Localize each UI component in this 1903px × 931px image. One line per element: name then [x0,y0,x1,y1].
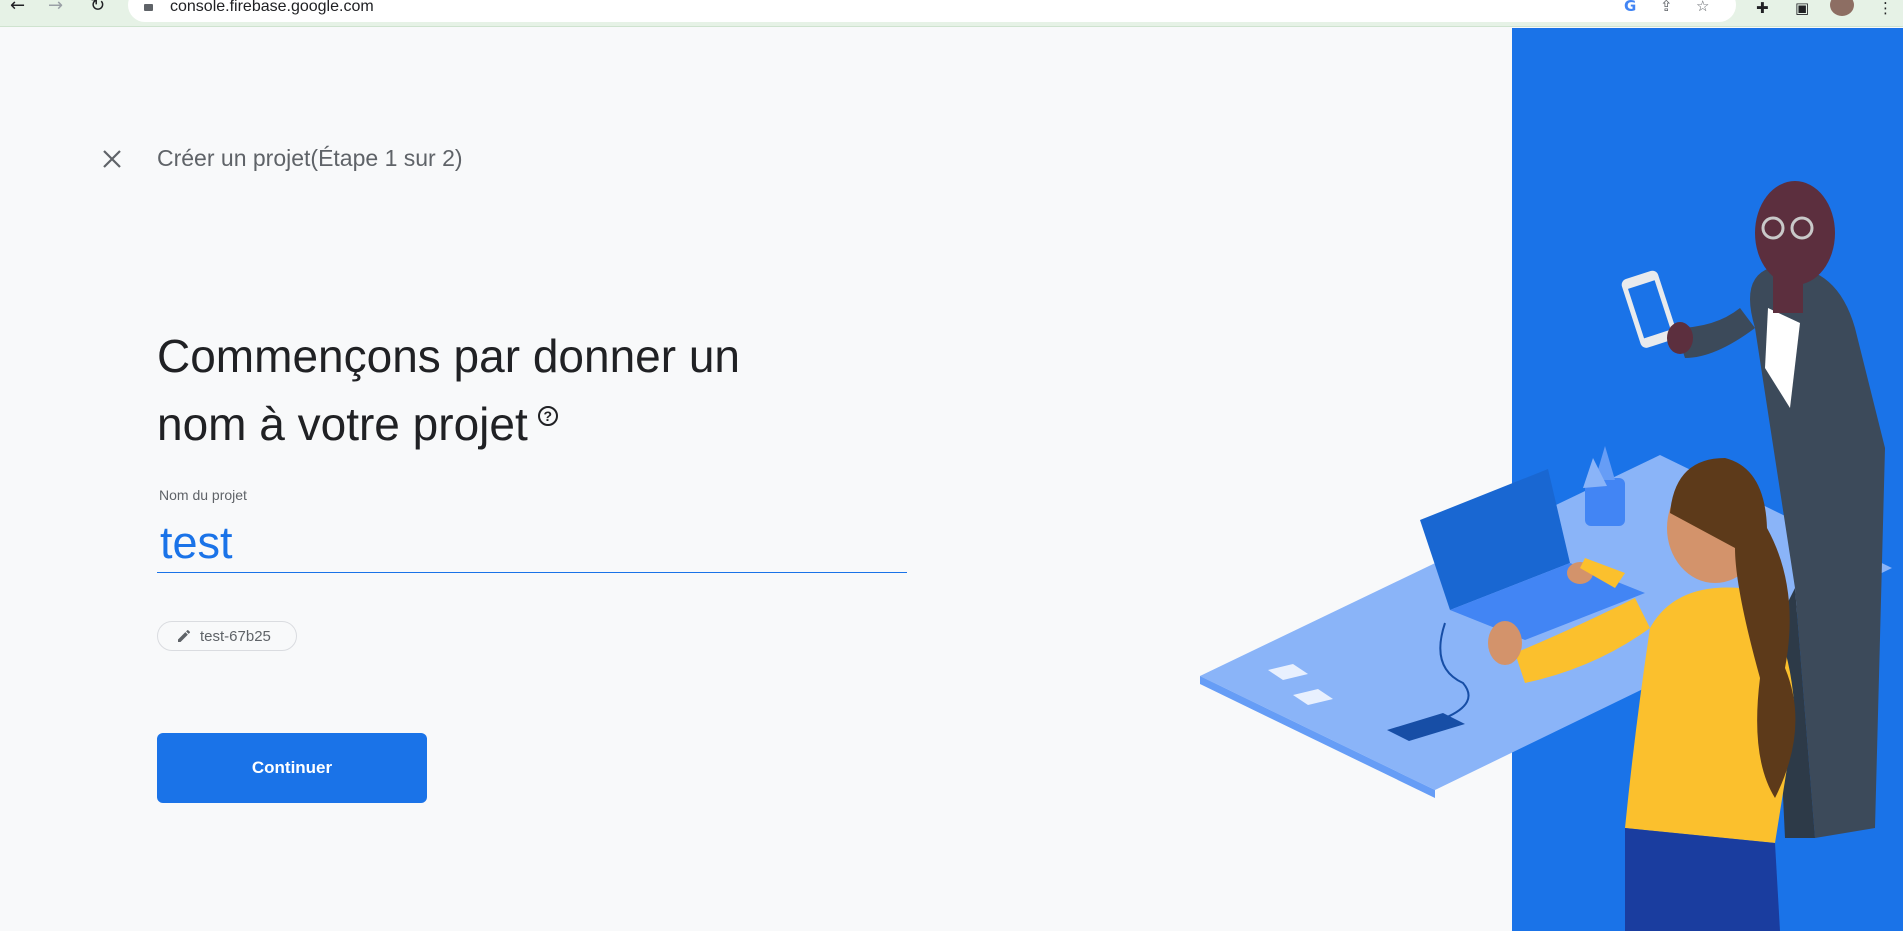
continue-button[interactable]: Continuer [157,733,427,803]
sidepanel-icon[interactable]: ▣ [1795,1,1809,16]
menu-icon[interactable]: ⋮ [1878,1,1893,16]
browser-toolbar: ← → ↻ console.firebase.google.com G ⇪ ☆ … [0,0,1903,27]
address-bar[interactable]: console.firebase.google.com G ⇪ ☆ [128,0,1736,22]
pencil-icon [178,629,191,642]
project-id-chip[interactable]: test-67b25 [157,621,297,651]
google-icon[interactable]: G [1624,0,1636,14]
project-name-input[interactable] [157,513,907,573]
close-icon[interactable] [100,147,124,171]
forward-icon[interactable]: → [48,0,63,15]
lock-icon[interactable] [144,4,153,11]
extensions-icon[interactable]: ✚ [1756,1,1769,16]
profile-avatar[interactable] [1830,0,1854,16]
help-icon[interactable]: ? [537,406,558,426]
project-illustration [1200,28,1903,931]
url-text: console.firebase.google.com [170,0,374,15]
heading-line-1: Commençons par donner un [157,330,740,382]
project-name-heading: Commençons par donner un nom à votre pro… [157,322,857,458]
project-name-label: Nom du projet [159,487,247,503]
page-title: Créer un projet(Étape 1 sur 2) [157,145,463,171]
project-id-text: test-67b25 [200,628,271,645]
back-icon[interactable]: ← [10,0,25,15]
reload-icon[interactable]: ↻ [90,0,105,15]
share-icon[interactable]: ⇪ [1660,0,1673,14]
star-icon[interactable]: ☆ [1696,0,1709,14]
heading-line-2: nom à votre projet [157,398,528,450]
